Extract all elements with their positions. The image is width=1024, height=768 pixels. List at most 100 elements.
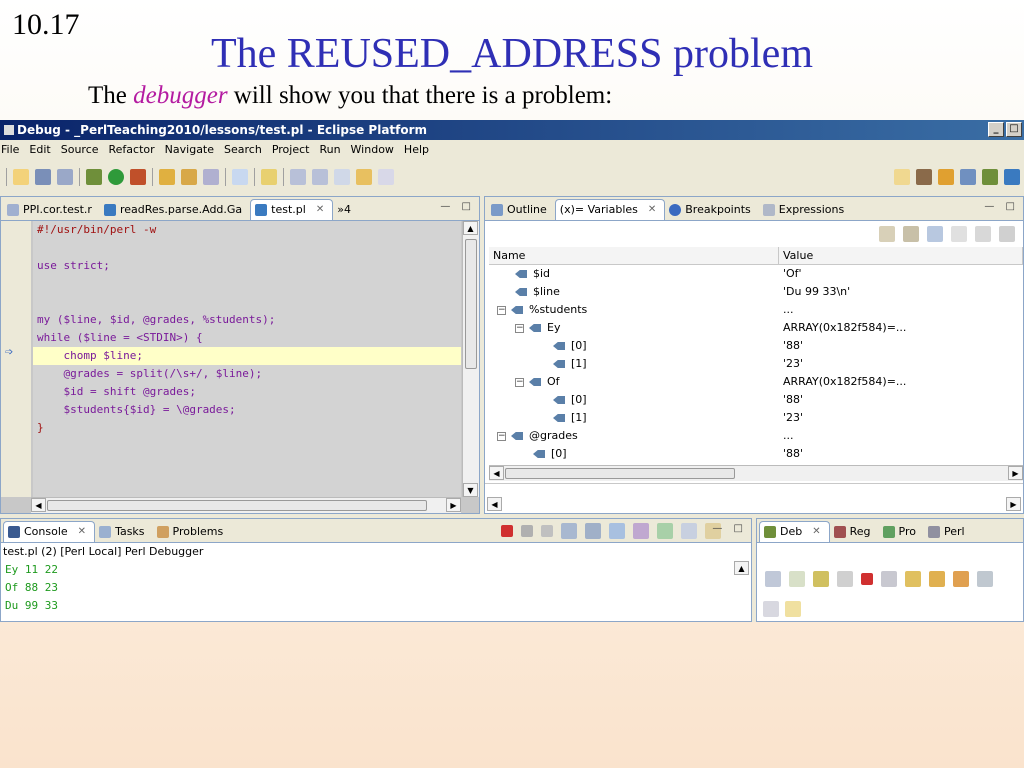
menu-project[interactable]: Project [272,140,310,160]
pen-icon[interactable] [203,169,219,185]
tab-overflow[interactable]: »4 [333,199,359,220]
collapse-all-icon[interactable] [927,226,943,242]
run-icon[interactable] [108,169,124,185]
console-output[interactable]: test.pl (2) [Perl Local] Perl Debugger E… [1,543,751,621]
scroll-right-icon[interactable]: ▶ [1008,466,1023,480]
column-name-header[interactable]: Name [489,247,779,264]
close-icon[interactable]: ✕ [648,200,656,220]
variable-detail-pane[interactable]: ◀ ▶ [485,483,1023,513]
tab-problems[interactable]: Problems [153,521,232,542]
tab-test-pl[interactable]: test.pl ✕ [250,199,334,220]
search-icon[interactable] [232,169,248,185]
scroll-down-icon[interactable]: ▼ [463,483,478,497]
close-icon[interactable]: ✕ [316,200,324,220]
table-row[interactable]: − %students... [489,301,1023,319]
show-logical-icon[interactable] [903,226,919,242]
show-stdout-icon[interactable] [609,523,625,539]
table-row[interactable]: $line 'Du 99 33\n' [489,283,1023,301]
print-icon[interactable] [57,169,73,185]
menu-file[interactable]: File [1,140,19,160]
tab-progress[interactable]: Pro [879,521,924,542]
suspend-icon[interactable] [837,571,853,587]
remove-icon[interactable] [975,226,991,242]
add-watch-icon[interactable] [951,226,967,242]
tab-breakpoints[interactable]: Breakpoints [665,199,759,220]
debug-icon[interactable] [86,169,102,185]
tab-console[interactable]: Console ✕ [3,521,96,542]
remove-terminated-icon[interactable] [765,571,781,587]
close-icon[interactable]: ✕ [78,522,86,542]
table-row[interactable]: − @grades... [489,427,1023,445]
scroll-up-icon[interactable]: ▲ [463,221,478,235]
table-row[interactable]: [0] '88' [489,391,1023,409]
save-icon[interactable] [35,169,51,185]
external-tools-icon[interactable] [130,169,146,185]
team-perspective-icon[interactable] [960,169,976,185]
resume-icon[interactable] [813,571,829,587]
tab-tasks[interactable]: Tasks [95,521,152,542]
step-over-icon[interactable] [929,571,945,587]
table-row[interactable]: [1] '23' [489,355,1023,373]
menu-source[interactable]: Source [61,140,99,160]
close-icon[interactable]: ✕ [812,522,820,542]
menu-window[interactable]: Window [351,140,394,160]
menu-run[interactable]: Run [319,140,340,160]
view-controls[interactable]: — □ [984,201,1019,212]
scroll-right-icon[interactable]: ▶ [1006,497,1021,511]
step-into-icon[interactable] [905,571,921,587]
forward-icon[interactable] [378,169,394,185]
scroll-lock-icon[interactable] [585,523,601,539]
prev-annotation-icon[interactable] [312,169,328,185]
code-area[interactable]: #!/usr/bin/perl -w use strict; my ($line… [33,221,461,497]
remove-all-launches-icon[interactable] [541,525,553,537]
last-edit-icon[interactable] [334,169,350,185]
tab-outline[interactable]: Outline [487,199,555,220]
open-type-icon[interactable] [181,169,197,185]
scroll-left-icon[interactable]: ◀ [31,498,46,512]
terminate-icon[interactable] [861,573,873,585]
svn-perspective-icon[interactable] [938,169,954,185]
menu-navigate[interactable]: Navigate [165,140,214,160]
open-perspective-icon[interactable] [894,169,910,185]
remove-launch-icon[interactable] [521,525,533,537]
table-row[interactable]: − Of ARRAY(0x182f584)=... [489,373,1023,391]
terminate-icon[interactable] [501,525,513,537]
disconnect-icon[interactable] [881,571,897,587]
use-step-filters-icon[interactable] [785,601,801,617]
menu-help[interactable]: Help [404,140,429,160]
column-value-header[interactable]: Value [779,247,1023,264]
view-controls[interactable]: — □ [712,523,747,534]
remove-all-icon[interactable] [999,226,1015,242]
collapse-icon[interactable]: − [497,431,506,441]
camel-perspective-icon[interactable] [1004,169,1020,185]
tab-debug[interactable]: Deb ✕ [759,521,830,542]
collapse-icon[interactable]: − [515,323,524,333]
new-icon[interactable] [13,169,29,185]
scroll-left-icon[interactable]: ◀ [489,466,504,480]
scroll-thumb[interactable] [465,239,477,369]
display-console-icon[interactable] [681,523,697,539]
scroll-thumb[interactable] [47,500,427,511]
scroll-thumb[interactable] [505,468,735,479]
editor-horizontal-scrollbar[interactable]: ◀ ▶ [31,497,461,513]
scroll-right-icon[interactable]: ▶ [446,498,461,512]
collapse-icon[interactable]: − [515,377,524,387]
open-folder-icon[interactable] [159,169,175,185]
tab-variables[interactable]: (x)= Variables ✕ [554,199,666,220]
tab-perl[interactable]: Perl [924,521,973,542]
menu-edit[interactable]: Edit [29,140,50,160]
table-row[interactable]: [1] '23' [489,409,1023,427]
perl-perspective-icon[interactable] [916,169,932,185]
show-types-icon[interactable] [879,226,895,242]
minimize-button[interactable]: _ [988,122,1004,137]
table-row[interactable]: [0] '88' [489,337,1023,355]
debug-perspective-icon[interactable] [982,169,998,185]
view-controls[interactable]: — □ [440,201,475,212]
table-row[interactable]: − Ey ARRAY(0x182f584)=... [489,319,1023,337]
back-icon[interactable] [356,169,372,185]
drop-to-frame-icon[interactable] [977,571,993,587]
table-row[interactable]: [0] '88' [489,445,1023,463]
menu-search[interactable]: Search [224,140,262,160]
scroll-left-icon[interactable]: ◀ [487,497,502,511]
editor-vertical-scrollbar[interactable]: ▲ ▼ [462,221,479,497]
